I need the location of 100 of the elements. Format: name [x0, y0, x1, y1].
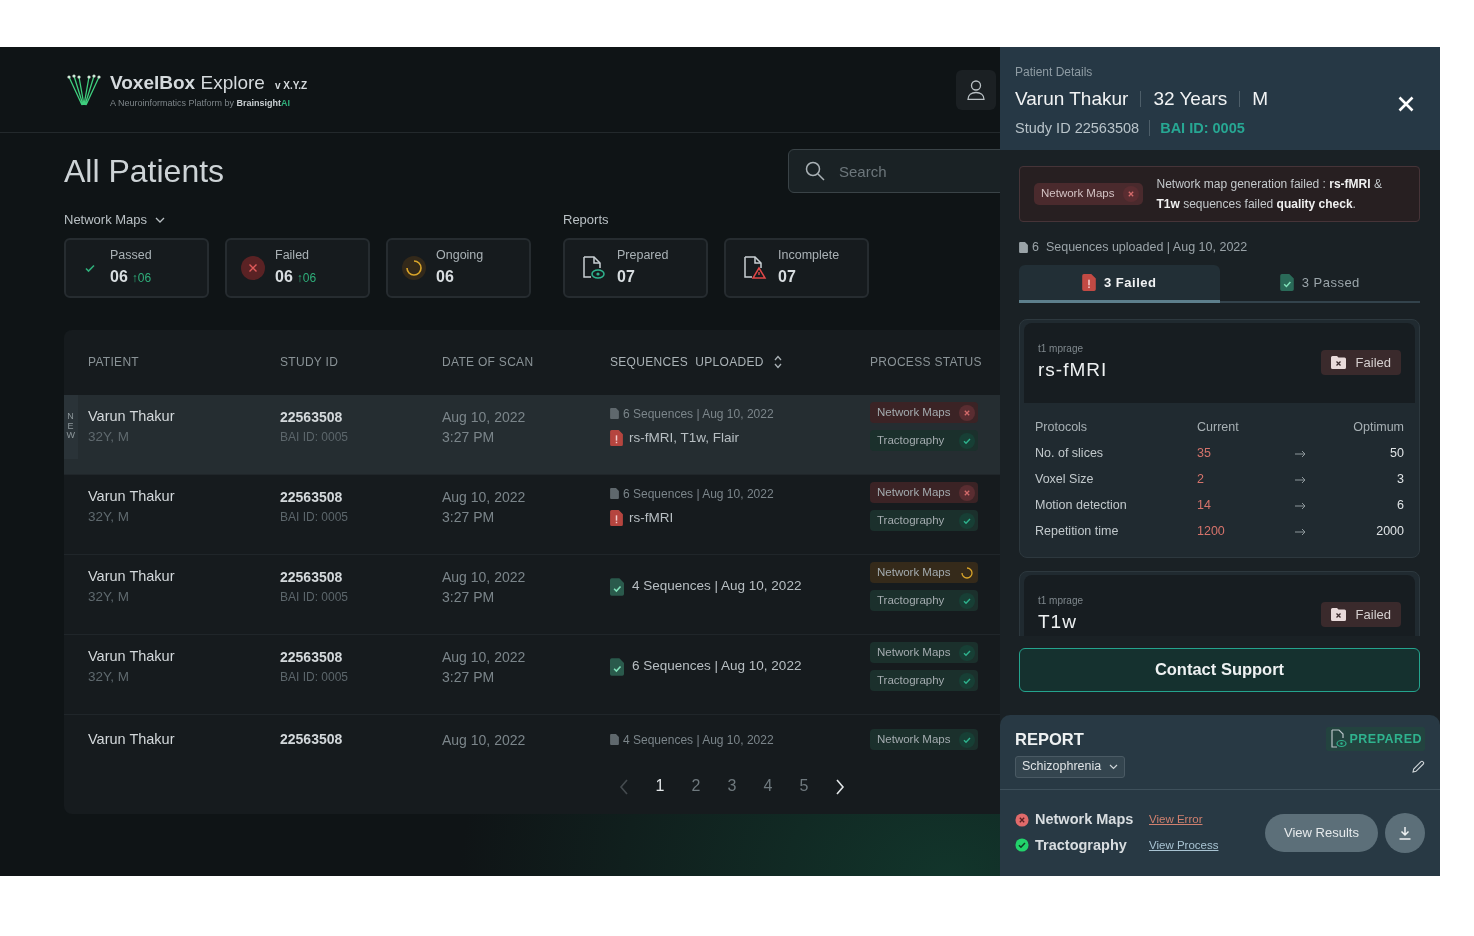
column-header: STUDY ID — [280, 354, 339, 371]
error-icon — [1015, 812, 1029, 827]
document-icon — [610, 488, 619, 500]
check-icon — [959, 432, 975, 449]
scan-date: Aug 10, 2022 — [442, 487, 527, 507]
study-id: 22563508 — [280, 730, 344, 750]
column-header: Current — [1197, 419, 1240, 437]
x-circle-icon — [241, 255, 265, 280]
document-alert-icon — [1082, 273, 1097, 291]
stat-count: 06 — [275, 266, 293, 287]
pencil-icon[interactable] — [1411, 759, 1425, 774]
folder-x-icon — [1330, 608, 1346, 622]
arrow-right-icon — [1295, 450, 1306, 459]
view-results-button[interactable]: View Results — [1265, 813, 1378, 852]
status-tag: Network Maps — [870, 729, 978, 751]
filter-dropdown[interactable]: Network Maps — [64, 210, 531, 230]
scan-time: 3:27 PM — [442, 427, 496, 447]
bai-id: BAI ID: 0005 — [280, 429, 350, 446]
optimum-value: 3 — [1396, 471, 1404, 489]
status-tag: Network Maps — [870, 562, 978, 583]
document-alert-icon — [610, 510, 623, 526]
study-id: 22563508 — [280, 648, 344, 667]
contact-support-button[interactable]: Contact Support — [1019, 647, 1420, 692]
patient-age: 32 Years — [1153, 87, 1228, 111]
search-field[interactable]: Search — [788, 149, 1000, 193]
page-button[interactable]: 3 — [716, 774, 748, 798]
sequences-summary: 6 Sequences uploaded | Aug 10, 2022 — [1032, 239, 1248, 256]
check-icon — [959, 731, 975, 748]
optimum-value: 2000 — [1375, 523, 1404, 541]
condition-select[interactable]: Schizophrenia — [1015, 755, 1126, 778]
column-header: Optimum — [1352, 419, 1404, 437]
bai-id: BAI ID: 0005 — [280, 589, 350, 606]
sequence-type: t1 mprage — [1038, 342, 1085, 356]
arrow-right-icon — [1295, 502, 1306, 511]
patient-info: 32Y, M — [88, 588, 131, 607]
column-header: DATE OF SCAN — [442, 354, 534, 371]
stat-label: Failed — [275, 247, 311, 265]
page-button[interactable]: 2 — [680, 774, 712, 798]
protocol-name: No. of slices — [1035, 445, 1105, 463]
header-caption: Patient Details — [1015, 64, 1094, 81]
table-row[interactable]: NEW Varun Thakur 32Y, M 22563508 BAI ID: 0005 Aug 10, 2022 3:27 PM 6 Sequences | Aug 10, 2022 rs-fMRI, T1w, Flair Network Maps Tractography — [64, 394, 1000, 475]
page-button[interactable]: 1 — [644, 774, 676, 798]
sort-icon[interactable] — [773, 355, 782, 369]
patient-name[interactable]: Varun Thakur — [88, 728, 280, 751]
report-title: REPORT — [1015, 729, 1084, 750]
patient-name[interactable]: Varun Thakur — [88, 485, 280, 508]
chevron-right-icon — [835, 778, 845, 795]
tab[interactable]: 3 Passed — [1219, 264, 1420, 303]
patient-info: 32Y, M — [88, 668, 131, 687]
sequences-summary: 6 Sequences | Aug 10, 2022 — [632, 657, 802, 676]
stat-delta: ↑06 — [296, 269, 317, 287]
app-tagline: A Neuroinformatics Platform by BrainsightAI — [110, 97, 292, 110]
status-tag: Network Maps — [870, 482, 978, 503]
download-button[interactable] — [1385, 812, 1425, 853]
column-header: Protocols — [1035, 419, 1089, 437]
bai-id: BAI ID: 0005 — [1160, 118, 1245, 138]
process-link[interactable]: View Process — [1149, 836, 1219, 854]
failed-status[interactable]: Failed — [1320, 602, 1401, 628]
failed-sequences: rs-fMRI, T1w, Flair — [629, 428, 739, 447]
column-header[interactable]: SEQUENCES UPLOADED — [610, 353, 764, 371]
tab[interactable]: 3 Failed — [1019, 264, 1220, 303]
process-link[interactable]: View Error — [1149, 811, 1203, 829]
status-tag: Network Maps — [1034, 183, 1143, 205]
check-icon — [959, 592, 975, 609]
stat-count: 06 — [436, 266, 454, 287]
status-tag: Network Maps — [870, 402, 978, 423]
sequences-summary: 6 Sequences | Aug 10, 2022 — [623, 405, 774, 423]
scan-time: 3:27 PM — [442, 507, 496, 527]
download-icon — [1398, 825, 1412, 840]
patient-name[interactable]: Varun Thakur — [88, 565, 280, 588]
study-id: 22563508 — [280, 488, 344, 507]
study-id: 22563508 — [280, 408, 344, 427]
app-name: VoxelBox Explore — [110, 70, 265, 95]
scan-date: Aug 10, 2022 — [442, 407, 527, 427]
stat-count: 07 — [617, 266, 635, 287]
x-icon — [1122, 186, 1139, 202]
scan-date: Aug 10, 2022 — [442, 647, 527, 667]
page-button[interactable]: 5 — [788, 774, 820, 798]
protocol-name: Voxel Size — [1035, 471, 1095, 489]
patient-name[interactable]: Varun Thakur — [88, 405, 280, 428]
scan-time: 3:27 PM — [442, 587, 496, 607]
document-check-icon — [610, 657, 624, 676]
scan-date: Aug 10, 2022 — [442, 730, 527, 750]
stat-count: 06 — [110, 266, 128, 287]
user-button[interactable] — [956, 69, 996, 110]
chevron-down-icon — [155, 216, 166, 223]
process-name: Network Maps — [1035, 809, 1135, 829]
stat-label: Passed — [110, 247, 152, 265]
patient-name[interactable]: Varun Thakur — [88, 645, 280, 668]
failed-status[interactable]: Failed — [1320, 350, 1401, 376]
process-name: Tractography — [1035, 835, 1128, 855]
check-icon — [959, 644, 975, 661]
sequence-name: T1w — [1038, 610, 1078, 634]
arrow-right-icon — [1295, 528, 1306, 537]
page-button[interactable]: 4 — [752, 774, 784, 798]
sequences-summary: 4 Sequences | Aug 10, 2022 — [623, 731, 774, 749]
search-icon — [805, 161, 825, 181]
status-tag: Tractography — [870, 670, 978, 691]
document-icon — [1019, 241, 1028, 253]
current-value: 35 — [1197, 445, 1212, 463]
